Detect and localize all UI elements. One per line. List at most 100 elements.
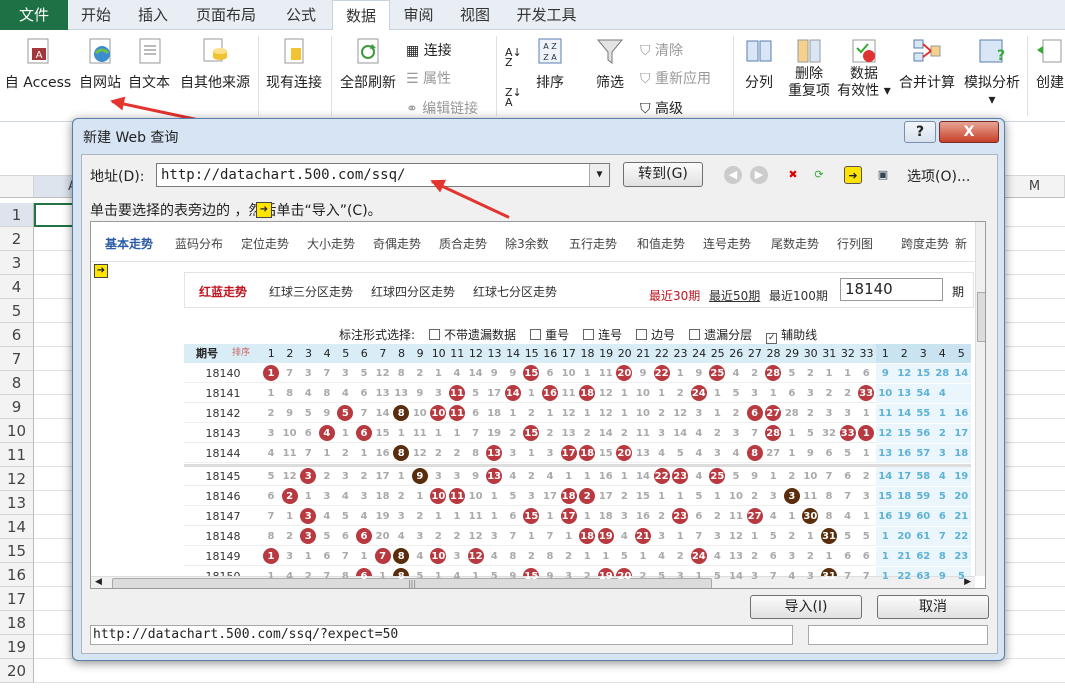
clear-filter-button[interactable]: ⛉ 清除 [640,40,683,60]
nav-item[interactable]: 连号走势 [703,235,751,252]
row-header[interactable]: 2 [0,227,34,251]
row-header[interactable]: 1 [0,203,34,227]
nav-item[interactable]: 大小走势 [307,235,355,252]
subtab[interactable]: 红球七分区走势 [473,283,557,300]
tab-6[interactable]: 审阅 [390,0,447,30]
subtab[interactable]: 红蓝走势 [199,283,247,300]
from-other-sources-button[interactable]: 自其他来源 [176,36,254,92]
row-header[interactable]: 16 [0,563,34,587]
existing-connections-button[interactable]: 现有连接 [262,36,326,92]
hide-icons-icon[interactable]: ➜ [844,166,862,184]
tab-4[interactable]: 公式 [270,0,332,30]
recent-link[interactable]: 最近100期 [769,287,828,304]
issue-number-input[interactable]: 18140 [840,278,943,301]
row-header[interactable]: 17 [0,587,34,611]
text-to-columns-button[interactable]: 分列 [738,36,780,92]
column-header-m[interactable]: M [1005,176,1065,198]
nav-item[interactable]: 除3余数 [505,235,549,252]
nav-item[interactable]: 五行走势 [569,235,617,252]
nav-item[interactable]: 定位走势 [241,235,289,252]
row-header[interactable]: 19 [0,635,34,659]
close-button[interactable]: X [939,121,999,143]
help-button[interactable]: ? [904,121,936,143]
nav-item[interactable]: 奇偶走势 [373,235,421,252]
recent-link[interactable]: 最近50期 [709,287,760,304]
reapply-button[interactable]: ⛉ 重新应用 [640,68,711,88]
row-header[interactable]: 20 [0,659,34,683]
web-preview[interactable]: 基本走势 蓝码分布 定位走势 大小走势 奇偶走势 质合走势 除3余数 五行走势 和值走势 连号走势… [90,221,986,589]
from-text-button[interactable]: 自文本 [125,36,173,92]
remove-duplicates-button[interactable]: 删除 重复项 [784,36,834,100]
tab-0[interactable]: 文件 [0,0,68,30]
row-header[interactable]: 5 [0,299,34,323]
address-input[interactable]: http://datachart.500.com/ssq/ ▼ [156,163,610,187]
consolidate-button[interactable]: 合并计算 [895,36,959,92]
option-checkbox[interactable]: ✓ [766,333,778,344]
connections-button[interactable]: ▦ 连接 [406,40,452,60]
tab-7[interactable]: 视图 [447,0,503,30]
filter-button[interactable]: 筛选 [590,36,630,92]
row-header[interactable]: 14 [0,515,34,539]
tab-8[interactable]: 开发工具 [503,0,590,30]
select-all-corner[interactable] [0,176,34,198]
row-header[interactable]: 11 [0,443,34,467]
from-access-button[interactable]: A 自 Access [0,36,76,92]
sort-ascending-button[interactable]: A↓ Z [505,47,522,68]
stop-icon[interactable]: ✖ [784,166,802,184]
row-header[interactable]: 15 [0,539,34,563]
what-if-analysis-button[interactable]: ? 模拟分析 ▾ [961,36,1023,108]
create-group-button[interactable]: 创建 [1032,36,1065,92]
nav-item[interactable]: 基本走势 [105,235,153,252]
vertical-scroll-thumb[interactable] [977,292,985,342]
save-query-icon[interactable]: ▣ [874,166,892,184]
nav-item[interactable]: 跨度走势 [901,235,949,252]
nav-item[interactable]: 尾数走势 [771,235,819,252]
refresh-icon[interactable]: ⟳ [810,166,828,184]
nav-item[interactable]: 新 [955,235,967,252]
option-checkbox[interactable] [636,329,648,340]
tab-2[interactable]: 插入 [124,0,182,30]
option-checkbox[interactable] [689,329,701,340]
row-header[interactable]: 6 [0,323,34,347]
option-checkbox[interactable] [530,329,542,340]
nav-item[interactable]: 质合走势 [439,235,487,252]
subtab[interactable]: 红球四分区走势 [371,283,455,300]
nav-item[interactable]: 和值走势 [637,235,685,252]
row-header[interactable]: 18 [0,611,34,635]
recent-link[interactable]: 最近30期 [649,287,700,304]
subtab[interactable]: 红球三分区走势 [269,283,353,300]
data-validation-button[interactable]: 数据 有效性 ▾ [836,36,892,100]
import-button[interactable]: 导入(I) [750,595,862,619]
row-header[interactable]: 12 [0,467,34,491]
advanced-filter-button[interactable]: ⛉ 高级 [640,98,683,118]
row-header[interactable]: 13 [0,491,34,515]
vertical-scrollbar[interactable] [975,222,985,576]
from-web-button[interactable]: 自网站 [76,36,124,92]
address-dropdown-button[interactable]: ▼ [589,164,609,186]
properties-button[interactable]: ☰ 属性 [406,68,451,88]
refresh-all-button[interactable]: 全部刷新 [336,36,400,92]
cancel-button[interactable]: 取消 [877,595,989,619]
row-header[interactable]: 3 [0,251,34,275]
go-button[interactable]: 转到(G) [623,162,703,187]
sort-button[interactable]: A Z Z A 排序 [530,36,570,92]
scroll-left-icon[interactable]: ◀ [95,577,102,587]
option-checkbox[interactable] [429,329,441,340]
row-header[interactable]: 10 [0,419,34,443]
sort-descending-button[interactable]: Z↓ A [505,87,522,108]
options-button[interactable]: 选项(O)... [907,166,970,186]
edit-links-button[interactable]: ⚭ 编辑链接 [406,98,478,118]
back-icon[interactable]: ◀ [724,166,742,184]
row-header[interactable]: 9 [0,395,34,419]
tab-3[interactable]: 页面布局 [182,0,270,30]
row-header[interactable]: 4 [0,275,34,299]
forward-icon[interactable]: ▶ [750,166,768,184]
tab-5[interactable]: 数据 [332,0,390,31]
sort-header[interactable]: 排序 [226,344,256,363]
nav-item[interactable]: 行列图 [837,235,873,252]
row-header[interactable]: 7 [0,347,34,371]
tab-1[interactable]: 开始 [68,0,124,30]
scroll-right-icon[interactable]: ▶ [964,577,971,587]
option-checkbox[interactable] [583,329,595,340]
nav-item[interactable]: 蓝码分布 [175,235,223,252]
